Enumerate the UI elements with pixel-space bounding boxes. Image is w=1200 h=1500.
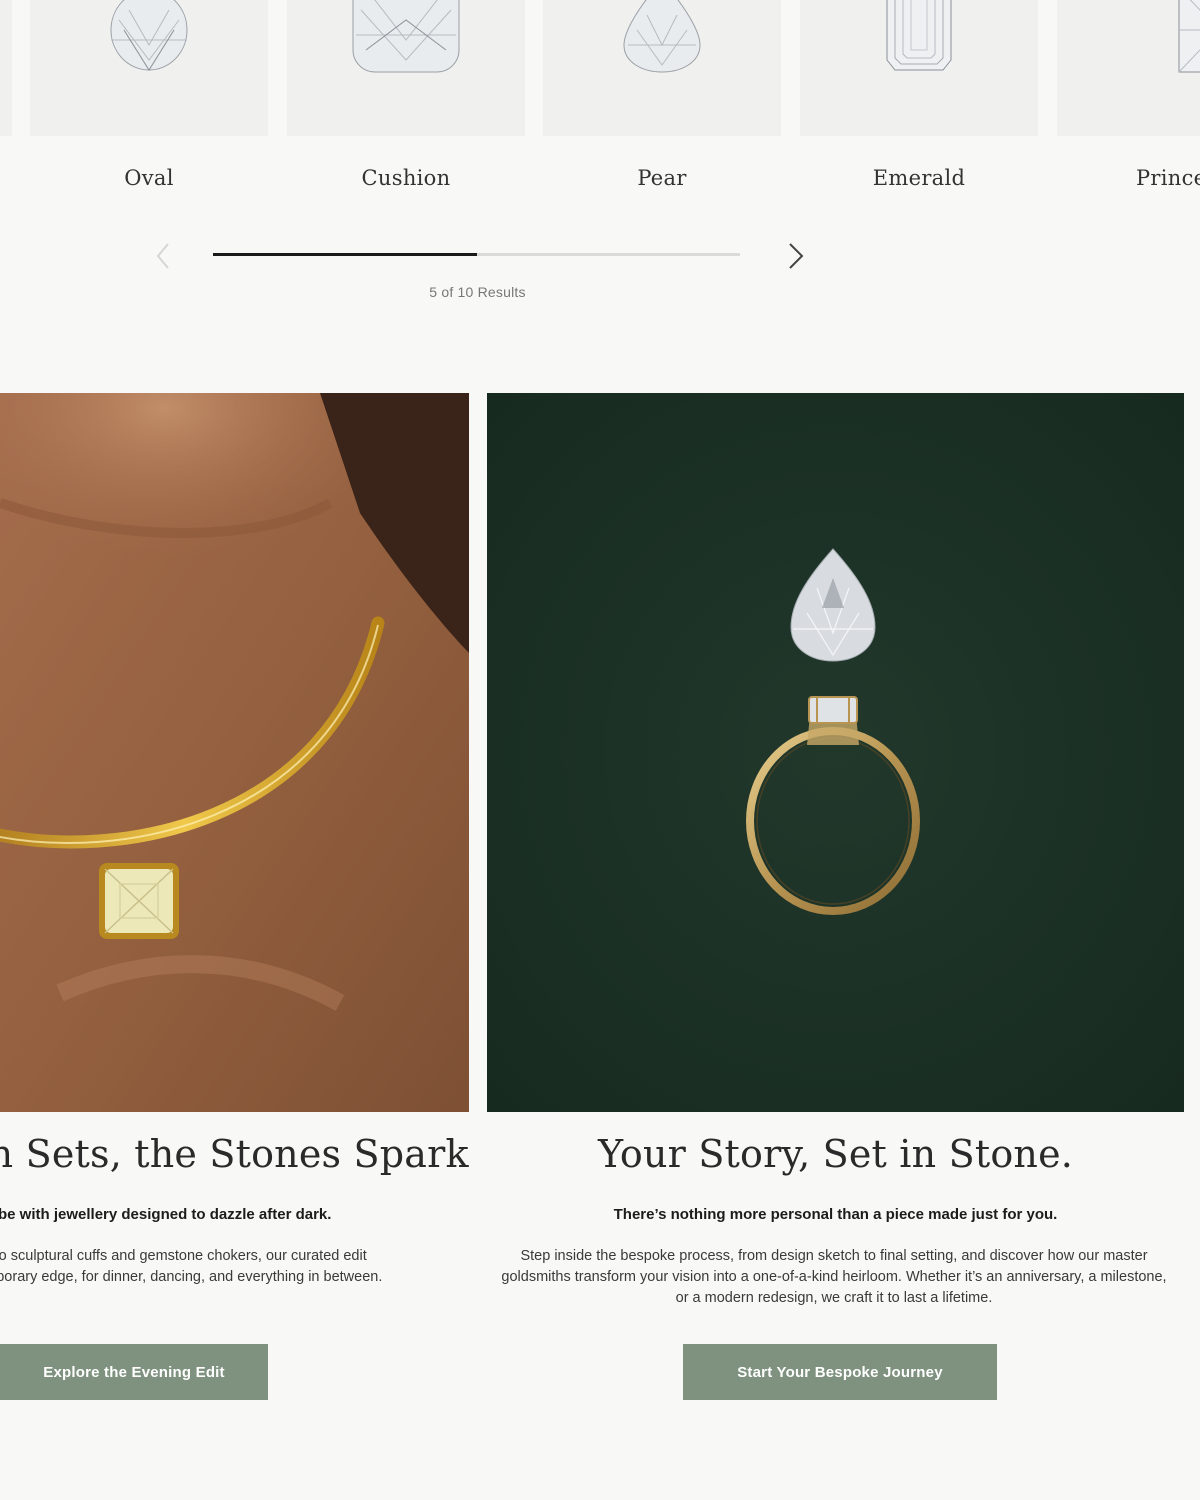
chevron-right-icon[interactable] [782, 240, 810, 272]
evening-edit-body: ings to sculptural cuffs and gemstone ch… [0, 1246, 469, 1288]
evening-edit-body-line: ntemporary edge, for dinner, dancing, an… [0, 1269, 383, 1285]
pear-diamond-and-ring-photo[interactable] [487, 393, 1184, 1112]
evening-edit-body-line: ings to sculptural cuffs and gemstone ch… [0, 1248, 367, 1264]
evening-edit-subheading: wardrobe with jewellery designed to dazz… [0, 1206, 332, 1223]
explore-evening-edit-button[interactable]: Explore the Evening Edit [0, 1344, 268, 1400]
evening-edit-feature: un Sets, the Stones Sparkle. wardrobe wi… [0, 0, 469, 1500]
start-bespoke-journey-button[interactable]: Start Your Bespoke Journey [683, 1344, 997, 1400]
evening-edit-headline: un Sets, the Stones Sparkle. [0, 1132, 469, 1176]
shape-label: Emerald [872, 166, 966, 190]
bespoke-subheading: There’s nothing more personal than a pie… [613, 1206, 1058, 1223]
shape-card-pear[interactable]: Pear [543, 0, 781, 190]
shape-card-emerald[interactable]: Emerald [800, 0, 1038, 190]
pear-diamond-icon [623, 0, 701, 73]
shape-label: Pear [637, 166, 687, 190]
shape-tile[interactable] [1057, 0, 1200, 136]
emerald-diamond-icon [886, 0, 952, 71]
shape-tile[interactable] [800, 0, 1038, 136]
princess-diamond-icon [1178, 0, 1200, 73]
shape-tile[interactable] [543, 0, 781, 136]
shape-card-princess[interactable]: Prince [1057, 0, 1200, 190]
bespoke-headline: Your Story, Set in Stone. [597, 1132, 1074, 1176]
shape-label: Prince [1136, 166, 1200, 190]
bespoke-body: Step inside the bespoke process, from de… [501, 1248, 1167, 1306]
